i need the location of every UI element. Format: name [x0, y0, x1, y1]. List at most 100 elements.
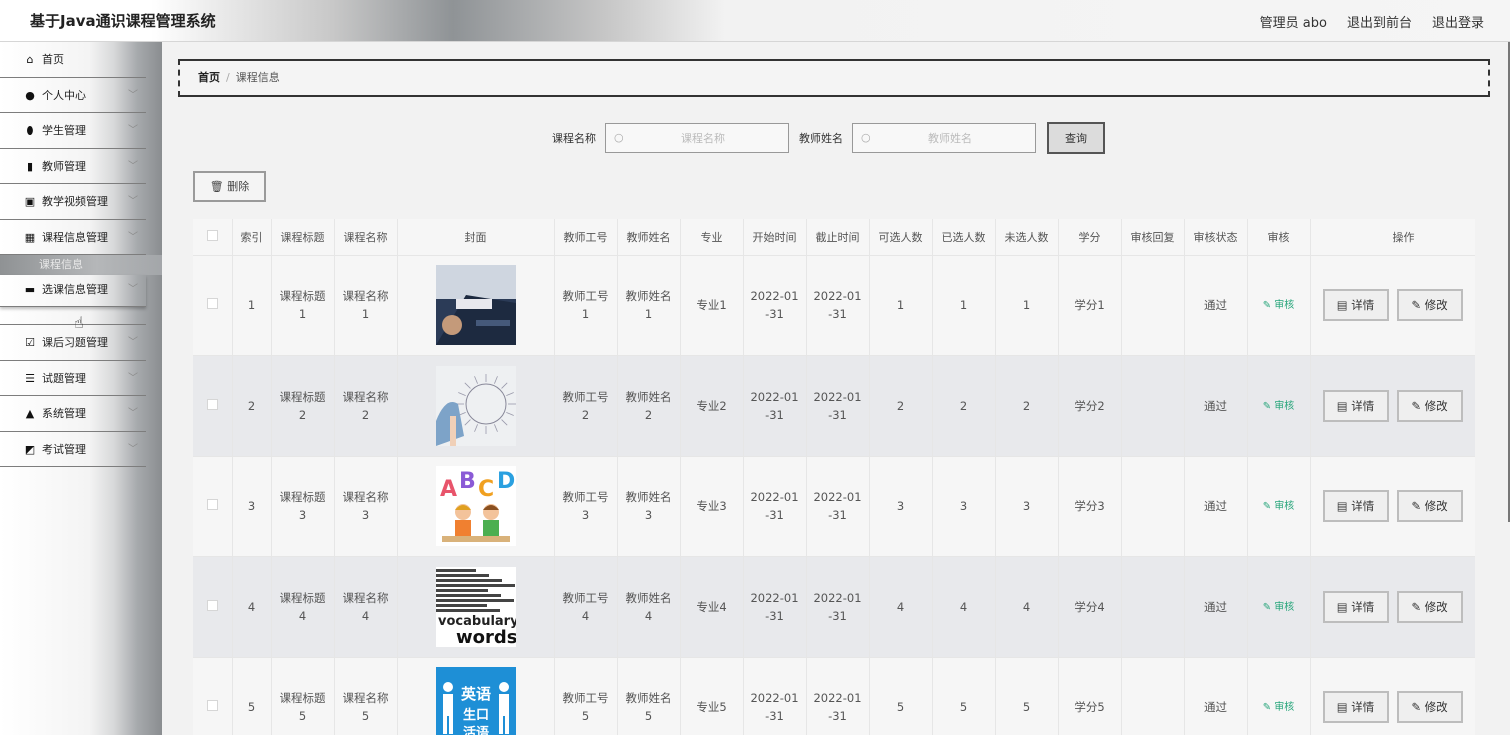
row-checkbox[interactable]	[206, 499, 218, 511]
cell-name: 课程名称3	[334, 456, 398, 557]
query-button[interactable]: 查询	[1047, 122, 1105, 154]
cell-end: 2022-01-31	[806, 255, 870, 356]
cell-credit: 学分4	[1058, 556, 1122, 658]
row-checkbox[interactable]	[206, 599, 218, 611]
sidebar-item-1[interactable]: ● 个人中心 ﹀	[0, 78, 146, 113]
cell-major: 专业2	[680, 355, 744, 457]
operations-cell: ▤ 详情 ✎ 修改	[1310, 456, 1475, 557]
edit-button-label: 修改	[1424, 398, 1448, 413]
detail-button[interactable]: ▤ 详情	[1322, 490, 1389, 523]
cell-start: 2022-01-31	[743, 556, 807, 658]
column-header: 索引	[232, 219, 272, 256]
breadcrumb-current: 课程信息	[235, 71, 280, 84]
svg-text:英语: 英语	[460, 685, 490, 703]
row-checkbox[interactable]	[206, 298, 218, 310]
select-all-checkbox[interactable]	[206, 229, 218, 241]
cover-cell: vocabulary words	[397, 556, 555, 658]
edit-button[interactable]: ✎ 修改	[1396, 691, 1463, 724]
edit-button[interactable]: ✎ 修改	[1396, 490, 1463, 523]
review-cell: ✎ 审核	[1247, 255, 1311, 356]
cell-selected: 2	[932, 355, 996, 457]
edit-button-label: 修改	[1424, 599, 1448, 614]
review-link[interactable]: ✎ 审核	[1263, 300, 1295, 311]
sidebar-subitem-course-info[interactable]: 课程信息	[0, 255, 162, 275]
review-link[interactable]: ✎ 审核	[1263, 401, 1295, 412]
logout-link[interactable]: 退出登录	[1432, 12, 1484, 31]
detail-button[interactable]: ▤ 详情	[1322, 691, 1389, 724]
review-cell: ✎ 审核	[1247, 355, 1311, 457]
select-all-header[interactable]	[193, 219, 233, 256]
edit-button[interactable]: ✎ 修改	[1396, 590, 1463, 623]
video-icon: ▣	[24, 195, 36, 208]
sidebar-item-4[interactable]: ▣ 教学视频管理 ﹀	[0, 184, 146, 220]
settings-icon: ▲	[25, 407, 35, 420]
cell-teacher-name: 教师姓名1	[617, 255, 681, 356]
sidebar-item-2[interactable]: ⬮ 学生管理 ﹀	[0, 113, 146, 149]
sidebar-item-label: 教学视频管理	[42, 195, 108, 208]
operations-cell: ▤ 详情 ✎ 修改	[1310, 657, 1475, 735]
cell-status: 通过	[1184, 355, 1248, 457]
edit-button-label: 修改	[1424, 700, 1448, 715]
sidebar-item-9[interactable]: ▲ 系统管理 ﹀	[0, 396, 146, 432]
breadcrumb: 首页 / 课程信息	[178, 59, 1490, 97]
bar-chart-icon: ▮	[26, 159, 34, 173]
chevron-down-icon: ﹀	[128, 160, 138, 172]
detail-button[interactable]: ▤ 详情	[1322, 590, 1389, 623]
exit-to-front-link[interactable]: 退出到前台	[1347, 12, 1412, 31]
column-header: 截止时间	[806, 219, 870, 256]
cell-teacher-name: 教师姓名4	[617, 556, 681, 658]
cell-status: 通过	[1184, 255, 1248, 356]
cell-reply	[1121, 456, 1185, 557]
row-checkbox[interactable]	[206, 398, 218, 410]
course-name-field[interactable]: ○	[605, 123, 789, 153]
location-pin-icon: ⬮	[26, 124, 34, 137]
cell-available: 4	[869, 556, 933, 658]
cell-major: 专业3	[680, 456, 744, 557]
table-header-row: 索引 课程标题 课程名称 封面 教师工号 教师姓名 专业 开始时间 截止时间 可选人数 已选人数 未选…	[193, 219, 1475, 256]
cell-name: 课程名称4	[334, 556, 398, 658]
cell-status: 通过	[1184, 657, 1248, 735]
breadcrumb-home[interactable]: 首页	[198, 71, 220, 84]
admin-user-link[interactable]: 管理员 abo	[1260, 12, 1327, 31]
cell-credit: 学分2	[1058, 355, 1122, 457]
teacher-name-input[interactable]	[853, 124, 1035, 152]
row-checkbox[interactable]	[206, 700, 218, 712]
check-square-icon: ☑	[25, 336, 35, 349]
sidebar-item-3[interactable]: ▮ 教师管理 ﹀	[0, 149, 146, 184]
review-label: 审核	[1274, 400, 1295, 412]
teacher-name-field[interactable]: ○	[852, 123, 1036, 153]
cell-credit: 学分3	[1058, 456, 1122, 557]
cover-cell	[397, 355, 555, 457]
row-select-cell	[193, 355, 233, 457]
course-table-wrapper: 索引 课程标题 课程名称 封面 教师工号 教师姓名 专业 开始时间 截止时间 可选人数 已选人数 未选…	[193, 219, 1475, 735]
column-header: 未选人数	[995, 219, 1059, 256]
cell-index: 4	[232, 556, 272, 658]
sidebar-item-10[interactable]: ◩ 考试管理 ﹀	[0, 432, 146, 467]
sidebar-item-5[interactable]: ▦ 课程信息管理 ﹀	[0, 220, 146, 255]
sidebar-item-7[interactable]: ☑ 课后习题管理 ﹀	[0, 325, 146, 361]
edit-button[interactable]: ✎ 修改	[1396, 389, 1463, 422]
svg-text:生口: 生口	[462, 707, 488, 723]
cell-status: 通过	[1184, 556, 1248, 658]
cell-selected: 1	[932, 255, 996, 356]
cell-selected: 4	[932, 556, 996, 658]
edit-button[interactable]: ✎ 修改	[1396, 289, 1463, 322]
cell-reply	[1121, 556, 1185, 658]
sidebar-submenu-hover[interactable]	[0, 307, 146, 325]
course-name-input[interactable]	[606, 124, 788, 152]
detail-button[interactable]: ▤ 详情	[1322, 389, 1389, 422]
cell-major: 专业1	[680, 255, 744, 356]
sidebar-item-label: 个人中心	[42, 88, 86, 102]
delete-button[interactable]: 🗑 删除	[193, 171, 266, 202]
review-link[interactable]: ✎ 审核	[1263, 501, 1295, 512]
cell-credit: 学分1	[1058, 255, 1122, 356]
review-link[interactable]: ✎ 审核	[1263, 602, 1295, 613]
review-label: 审核	[1274, 501, 1295, 513]
review-link[interactable]: ✎ 审核	[1263, 702, 1295, 713]
sidebar-item-6[interactable]: ▬ 选课信息管理 ﹀	[0, 275, 146, 307]
detail-button[interactable]: ▤ 详情	[1322, 289, 1389, 322]
table-row: 5 课程标题5 课程名称5 英语 生口 活语 教师工号5 教师姓名5 专业5 2022-01-31…	[193, 657, 1475, 735]
sidebar-item-0[interactable]: ⌂ 首页	[0, 42, 146, 78]
sidebar-item-8[interactable]: ☰ 试题管理 ﹀	[0, 361, 146, 396]
review-label: 审核	[1274, 300, 1295, 312]
